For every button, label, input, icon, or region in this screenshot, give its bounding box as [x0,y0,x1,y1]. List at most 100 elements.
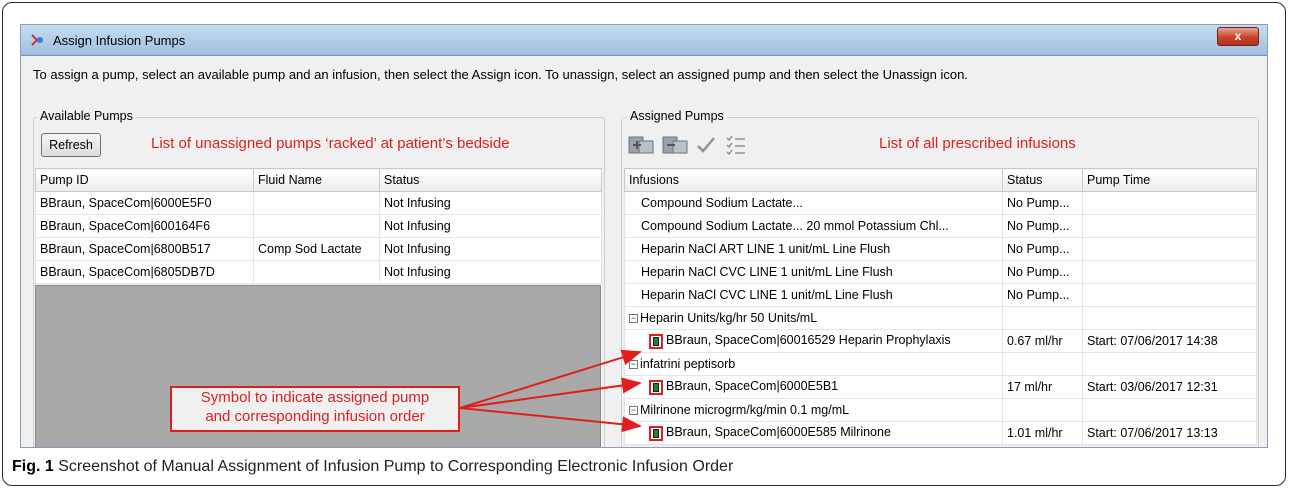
figure-caption: Fig. 1 Screenshot of Manual Assignment o… [12,458,733,476]
infusion-cell: Heparin NaCl CVC LINE 1 unit/mL Line Flu… [624,260,1003,284]
assigned-annotation: List of all prescribed infusions [879,135,1076,152]
infusion-label: BBraun, SpaceCom|60016529 Heparin Prophy… [666,333,951,348]
pump-time-cell [1082,283,1257,307]
infusion-row[interactable]: Heparin NaCl CVC LINE 1 unit/mL Line Flu… [624,260,1257,284]
status-cell: Not Infusing [379,191,602,215]
infusion-row[interactable]: Heparin NaCl CVC LINE 1 unit/mL Line Flu… [624,283,1257,307]
available-annotation: List of unassigned pumps ‘racked’ at pat… [151,135,510,152]
infusion-label: Heparin NaCl CVC LINE 1 unit/mL Line Flu… [641,265,893,279]
caption-text: Screenshot of Manual Assignment of Infus… [58,458,734,475]
status-cell: 1.01 ml/hr [1002,421,1083,445]
assigned-pump-row[interactable]: BBraun, SpaceCom|6000E585 Milrinone 1.01 … [624,421,1257,445]
infusion-cell: − Milrinone microgrm/kg/min 0.1 mg/mL [624,398,1003,422]
status-cell: Not Infusing [379,237,602,261]
window-title: Assign Infusion Pumps [53,33,186,48]
infusion-cell: − infatrini peptisorb [624,352,1003,376]
pump-time-cell [1082,398,1257,422]
callout-line-2: and corresponding infusion order [205,408,425,425]
assign-infusion-pumps-window: Assign Infusion Pumps x To assign a pump… [20,24,1268,448]
assigned-pump-icon [649,333,663,349]
status-cell: No Pump... [1002,191,1083,215]
infusion-label: Heparin NaCl ART LINE 1 unit/mL Line Flu… [641,242,891,256]
assigned-pump-icon [649,425,663,441]
app-icon [31,34,43,46]
status-cell: No Pump... [1002,283,1083,307]
close-button[interactable]: x [1217,27,1259,46]
infusion-label: BBraun, SpaceCom|6000E585 Milrinone [666,425,891,440]
infusion-cell: BBraun, SpaceCom|60016529 Heparin Prophy… [624,329,1003,353]
callout-line-1: Symbol to indicate assigned pump [200,389,430,406]
infusion-cell: Compound Sodium Lactate... 20 mmol Potas… [624,214,1003,238]
fluid-name-cell [253,260,380,284]
pump-id-cell: BBraun, SpaceCom|6800B517 [35,237,254,261]
status-cell: Not Infusing [379,260,602,284]
available-header-row: Pump ID Fluid Name Status [35,168,602,192]
pump-time-cell: Start: 07/06/2017 13:13 [1082,421,1257,445]
assigned-pump-row[interactable]: BBraun, SpaceCom|6000E5B1 17 ml/hr Start: … [624,375,1257,399]
infusion-label: Compound Sodium Lactate... [641,196,803,210]
pump-time-cell: Start: 03/06/2017 12:31 [1082,375,1257,399]
unassign-icon[interactable] [661,133,689,157]
assigned-symbol-callout: Symbol to indicate assigned pump and cor… [170,386,460,432]
checklist-icon[interactable] [725,133,747,157]
pump-time-cell [1082,214,1257,238]
column-header-status[interactable]: Status [1002,168,1083,192]
pump-time-cell [1082,306,1257,330]
status-cell [1002,352,1083,376]
column-header-pump-id[interactable]: Pump ID [35,168,254,192]
infusion-row[interactable]: Compound Sodium Lactate... No Pump... [624,191,1257,215]
table-row[interactable]: BBraun, SpaceCom|6805DB7D Not Infusing [35,260,602,284]
caption-label: Fig. 1 [12,458,54,475]
column-header-status[interactable]: Status [379,168,602,192]
pump-id-cell: BBraun, SpaceCom|6000E5F0 [35,191,254,215]
infusion-label: Milrinone microgrm/kg/min 0.1 mg/mL [640,403,850,417]
collapse-toggle-icon[interactable]: − [629,406,638,416]
table-row[interactable]: BBraun, SpaceCom|6800B517 Comp Sod Lactat… [35,237,602,261]
pump-time-cell [1082,191,1257,215]
collapse-toggle-icon[interactable]: − [629,314,638,324]
status-cell: No Pump... [1002,237,1083,261]
infusion-cell: − Heparin Units/kg/hr 50 Units/mL [624,306,1003,330]
pump-time-cell [1082,352,1257,376]
collapse-toggle-icon[interactable]: − [629,360,638,370]
assign-icon[interactable] [627,133,655,157]
instruction-text: To assign a pump, select an available pu… [33,67,968,82]
available-pumps-table: Pump ID Fluid Name Status BBraun, SpaceC… [35,168,602,284]
pump-time-cell [1082,260,1257,284]
column-header-fluid-name[interactable]: Fluid Name [253,168,380,192]
infusions-table: Infusions Status Pump Time Compound Sodi… [624,168,1257,445]
assigned-pump-row[interactable]: BBraun, SpaceCom|60016529 Heparin Prophy… [624,329,1257,353]
refresh-button[interactable]: Refresh [41,133,101,157]
infusion-cell: BBraun, SpaceCom|6000E585 Milrinone [624,421,1003,445]
status-cell: Not Infusing [379,214,602,238]
table-row[interactable]: BBraun, SpaceCom|600164F6 Not Infusing [35,214,602,238]
column-header-pump-time[interactable]: Pump Time [1082,168,1257,192]
infusion-group-row[interactable]: − Heparin Units/kg/hr 50 Units/mL [624,306,1257,330]
assigned-pump-icon [649,379,663,395]
table-row[interactable]: BBraun, SpaceCom|6000E5F0 Not Infusing [35,191,602,215]
pump-id-cell: BBraun, SpaceCom|600164F6 [35,214,254,238]
fluid-name-cell: Comp Sod Lactate [253,237,380,261]
infusion-cell: Compound Sodium Lactate... [624,191,1003,215]
infusions-header-row: Infusions Status Pump Time [624,168,1257,192]
status-cell [1002,306,1083,330]
infusion-row[interactable]: Heparin NaCl ART LINE 1 unit/mL Line Flu… [624,237,1257,261]
available-pumps-label: Available Pumps [37,109,136,123]
status-cell: 17 ml/hr [1002,375,1083,399]
status-cell: No Pump... [1002,260,1083,284]
infusion-group-row[interactable]: − Milrinone microgrm/kg/min 0.1 mg/mL [624,398,1257,422]
infusion-group-row[interactable]: − infatrini peptisorb [624,352,1257,376]
status-cell: No Pump... [1002,214,1083,238]
column-header-infusions[interactable]: Infusions [624,168,1003,192]
infusion-row[interactable]: Compound Sodium Lactate... 20 mmol Potas… [624,214,1257,238]
checkmark-icon[interactable] [695,133,717,157]
infusion-label: Compound Sodium Lactate... 20 mmol Potas… [641,219,949,233]
status-cell: 0.67 ml/hr [1002,329,1083,353]
infusion-label: Heparin Units/kg/hr 50 Units/mL [640,311,818,325]
pump-time-cell [1082,237,1257,261]
infusion-label: infatrini peptisorb [640,357,736,371]
fluid-name-cell [253,191,380,215]
infusion-label: BBraun, SpaceCom|6000E5B1 [666,379,839,394]
infusion-cell: Heparin NaCl ART LINE 1 unit/mL Line Flu… [624,237,1003,261]
title-bar: Assign Infusion Pumps x [21,25,1267,56]
